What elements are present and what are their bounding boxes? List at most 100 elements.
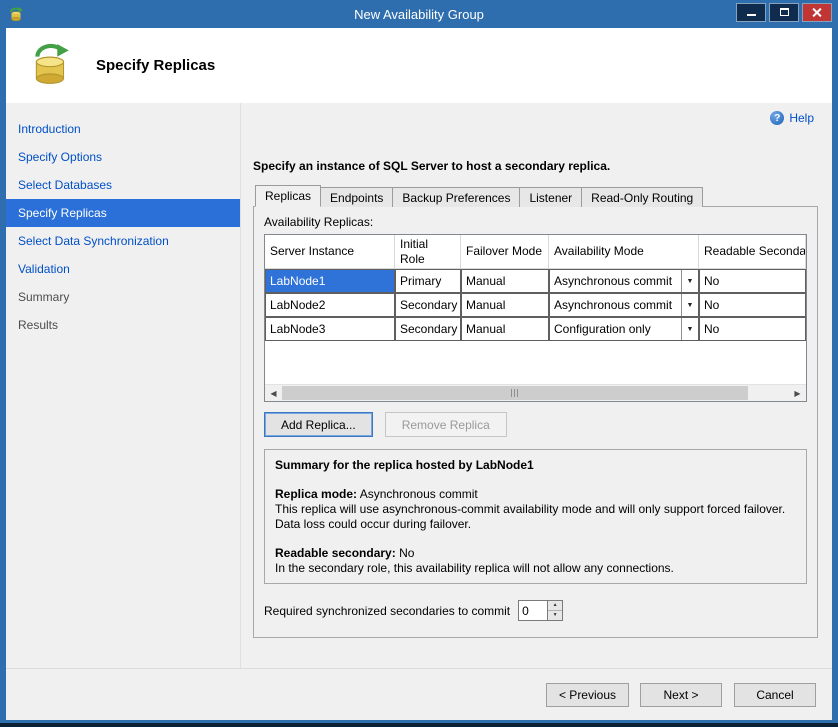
availability-replicas-grid: Server Instance Initial Role Failover Mo… [264,234,807,402]
replica-mode-label: Replica mode: [275,487,357,501]
table-row[interactable]: LabNode3 Secondary Manual Configuration … [265,317,806,341]
sidebar-item-results: Results [6,311,240,339]
remove-replica-button[interactable]: Remove Replica [385,412,507,437]
cell-initial-role[interactable]: Primary [395,269,461,293]
grid-body: LabNode1 Primary Manual Asynchronous com… [265,269,806,341]
readable-secondary-label: Readable secondary: [275,546,396,560]
replica-buttons-row: Add Replica... Remove Replica [264,412,807,437]
dropdown-button[interactable]: ▼ [681,270,698,292]
readable-secondary-value: No [399,546,414,560]
chevron-down-icon: ▼ [687,326,694,333]
dropdown-button[interactable]: ▼ [681,294,698,316]
spin-down-icon[interactable]: ▼ [548,611,562,620]
minimize-icon [747,14,756,16]
tab-backup-preferences[interactable]: Backup Preferences [392,187,520,207]
tab-read-only-routing[interactable]: Read-Only Routing [581,187,703,207]
titlebar: New Availability Group [6,0,832,28]
sidebar-item-select-data-synchronization[interactable]: Select Data Synchronization [6,227,240,255]
main-area: Introduction Specify Options Select Data… [6,103,832,668]
scrollbar-thumb[interactable] [282,386,748,400]
cell-failover-mode[interactable]: Manual [461,293,549,317]
chevron-down-icon: ▼ [687,278,694,285]
page-title: Specify Replicas [96,57,215,74]
sidebar-item-validation[interactable]: Validation [6,255,240,283]
cancel-button[interactable]: Cancel [734,683,816,707]
cell-failover-mode[interactable]: Manual [461,269,549,293]
previous-button[interactable]: < Previous [546,683,629,707]
cell-readable-secondary[interactable]: No [699,293,806,317]
spinner-buttons: ▲ ▼ [547,601,562,620]
wizard-steps-sidebar: Introduction Specify Options Select Data… [6,103,240,668]
help-label: Help [789,111,814,125]
sidebar-item-introduction[interactable]: Introduction [6,115,240,143]
readable-secondary-line: Readable secondary: No [275,546,796,561]
readable-secondary-description: In the secondary role, this availability… [275,561,796,576]
tab-endpoints[interactable]: Endpoints [320,187,393,207]
column-header-initial-role: Initial Role [395,235,461,268]
database-sync-icon [28,41,74,90]
replica-mode-line: Replica mode: Asynchronous commit [275,487,796,502]
tab-listener[interactable]: Listener [519,187,582,207]
maximize-button[interactable] [769,3,799,22]
cell-server-instance[interactable]: LabNode2 [265,293,395,317]
column-header-readable-secondary: Readable Secondary [699,235,806,268]
dropdown-button[interactable]: ▼ [681,318,698,340]
availability-replicas-label: Availability Replicas: [264,215,807,229]
secondaries-label: Required synchronized secondaries to com… [264,604,510,618]
scroll-right-icon[interactable]: ▶ [789,385,806,401]
cell-readable-secondary[interactable]: No [699,269,806,293]
chevron-down-icon: ▼ [687,302,694,309]
wizard-footer: < Previous Next > Cancel [6,668,832,720]
cell-server-instance[interactable]: LabNode1 [265,269,395,293]
secondaries-row: Required synchronized secondaries to com… [264,600,807,621]
content-pane: ? Help Specify an instance of SQL Server… [240,103,832,668]
cell-initial-role[interactable]: Secondary [395,293,461,317]
table-row[interactable]: LabNode2 Secondary Manual Asynchronous c… [265,293,806,317]
window-title: New Availability Group [6,7,832,22]
availability-mode-dropdown[interactable]: Asynchronous commit ▼ [549,269,699,293]
add-replica-button[interactable]: Add Replica... [264,412,373,437]
replica-mode-value: Asynchronous commit [360,487,478,501]
horizontal-scrollbar[interactable]: ◀ ▶ [265,384,806,401]
tab-strip: Replicas Endpoints Backup Preferences Li… [253,185,818,207]
replicas-tab-page: Availability Replicas: Server Instance I… [253,206,818,638]
grid-header-row: Server Instance Initial Role Failover Mo… [265,235,806,269]
help-link[interactable]: ? Help [770,111,814,125]
column-header-server-instance: Server Instance [265,235,395,268]
maximize-icon [780,8,789,16]
cell-server-instance[interactable]: LabNode3 [265,317,395,341]
minimize-button[interactable] [736,3,766,22]
window-frame-bottom [0,720,838,727]
instruction-text: Specify an instance of SQL Server to hos… [253,159,818,173]
scrollbar-track[interactable] [282,385,789,401]
close-icon [812,7,822,17]
availability-mode-dropdown[interactable]: Asynchronous commit ▼ [549,293,699,317]
sidebar-item-specify-options[interactable]: Specify Options [6,143,240,171]
column-header-failover-mode: Failover Mode [461,235,549,268]
next-button[interactable]: Next > [640,683,722,707]
wizard-header: Specify Replicas [6,28,832,103]
cell-readable-secondary[interactable]: No [699,317,806,341]
cell-initial-role[interactable]: Secondary [395,317,461,341]
secondaries-spinner: ▲ ▼ [518,600,563,621]
wizard-window: New Availability Group Specify Replicas [0,0,838,727]
sidebar-item-specify-replicas[interactable]: Specify Replicas [6,199,240,227]
summary-title: Summary for the replica hosted by LabNod… [275,458,796,473]
app-icon [8,5,26,23]
spin-up-icon[interactable]: ▲ [548,601,562,611]
sidebar-item-select-databases[interactable]: Select Databases [6,171,240,199]
scroll-left-icon[interactable]: ◀ [265,385,282,401]
tab-replicas[interactable]: Replicas [255,185,321,207]
help-icon: ? [770,111,784,125]
close-button[interactable] [802,3,832,22]
cell-failover-mode[interactable]: Manual [461,317,549,341]
table-row[interactable]: LabNode1 Primary Manual Asynchronous com… [265,269,806,293]
column-header-availability-mode: Availability Mode [549,235,699,268]
window-controls [736,3,832,22]
thumb-grip-icon [511,389,520,397]
availability-mode-dropdown[interactable]: Configuration only ▼ [549,317,699,341]
replica-mode-description: This replica will use asynchronous-commi… [275,502,796,532]
sidebar-item-summary: Summary [6,283,240,311]
replica-summary-panel: Summary for the replica hosted by LabNod… [264,449,807,584]
secondaries-input[interactable] [519,601,547,620]
